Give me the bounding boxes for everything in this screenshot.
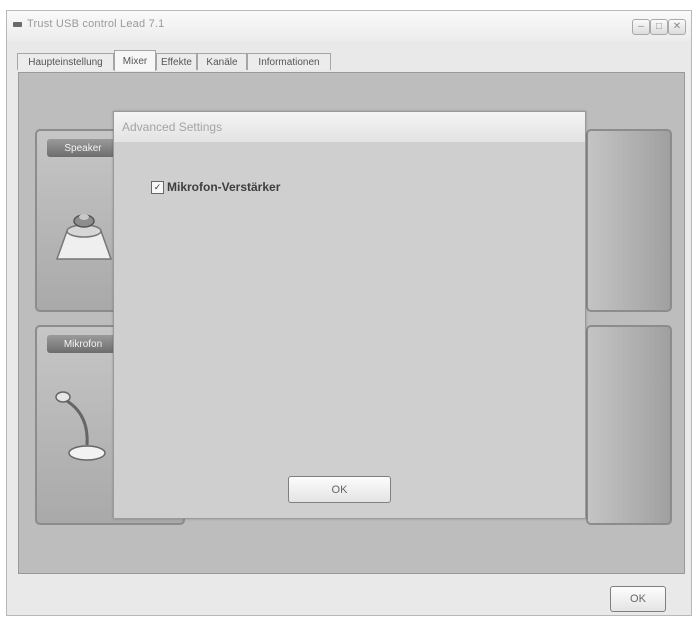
title-bar: Trust USB control Lead 7.1 – □ ✕ — [7, 11, 691, 41]
tab-informationen[interactable]: Informationen — [247, 53, 331, 70]
maximize-button[interactable]: □ — [650, 19, 668, 35]
speaker-icon — [55, 214, 113, 260]
minimize-button[interactable]: – — [632, 19, 650, 35]
tab-haupteinstellung[interactable]: Haupteinstellung — [17, 53, 114, 70]
tab-kanaele[interactable]: Kanäle — [197, 53, 247, 70]
speaker-level-panel — [586, 129, 672, 312]
microphone-panel-label: Mikrofon — [47, 335, 119, 353]
tab-mixer[interactable]: Mixer — [114, 50, 156, 71]
speaker-panel-label: Speaker — [47, 139, 119, 157]
microphone-level-panel — [586, 325, 672, 525]
window-app-icon — [13, 22, 22, 27]
mic-boost-label[interactable]: Mikrofon-Verstärker — [167, 180, 280, 194]
advanced-settings-dialog: Advanced Settings ✓ Mikrofon-Verstärker … — [113, 111, 586, 519]
microphone-icon — [55, 391, 106, 461]
dialog-title: Advanced Settings — [122, 120, 223, 134]
dialog-title-bar: Advanced Settings — [114, 112, 585, 142]
close-button[interactable]: ✕ — [668, 19, 686, 35]
mic-boost-option[interactable]: ✓ Mikrofon-Verstärker — [151, 180, 280, 194]
window-title: Trust USB control Lead 7.1 — [27, 18, 165, 30]
checkmark-icon[interactable]: ✓ — [151, 180, 164, 194]
dialog-ok-button[interactable]: OK — [288, 476, 391, 503]
main-ok-button[interactable]: OK — [610, 586, 666, 612]
tab-effekte[interactable]: Effekte — [156, 53, 197, 70]
